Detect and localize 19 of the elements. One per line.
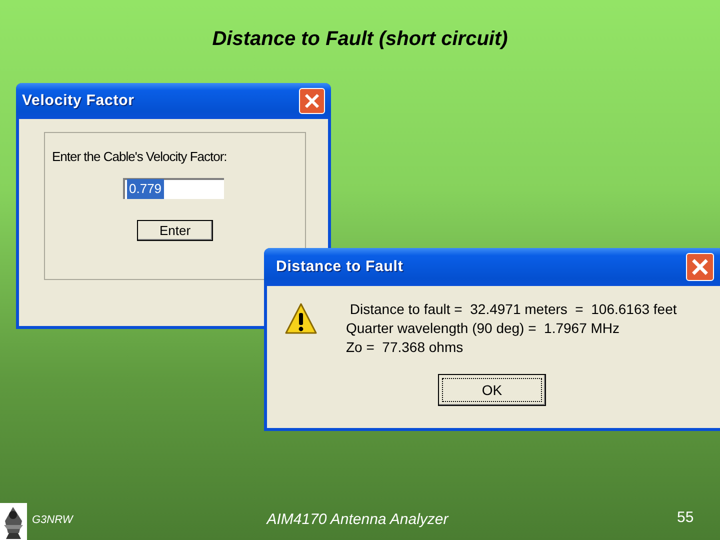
velocity-input-field[interactable]: 0.779 bbox=[123, 178, 224, 198]
close-button[interactable] bbox=[299, 88, 325, 114]
enter-button[interactable]: Enter bbox=[137, 220, 213, 240]
slide-title: Distance to Fault (short circuit) bbox=[212, 27, 508, 52]
ok-button[interactable]: OK bbox=[438, 374, 546, 406]
prompt-label: Enter the Cable's Velocity Factor: bbox=[52, 148, 228, 166]
close-button[interactable] bbox=[686, 253, 714, 281]
message-line: Quarter wavelength (90 deg) = 1.7967 MHz bbox=[346, 319, 621, 338]
field-value: 0.779 bbox=[127, 179, 164, 199]
close-icon bbox=[304, 93, 320, 109]
window-title: Distance to Fault bbox=[276, 256, 404, 277]
warning-icon bbox=[284, 302, 318, 336]
message-line: Distance to fault = 32.4971 meters = 106.6163 feet bbox=[348, 300, 677, 319]
window-title: Velocity Factor bbox=[22, 90, 134, 111]
close-icon bbox=[691, 258, 709, 276]
page-number: 55 bbox=[677, 508, 694, 528]
footer-title: AIM4170 Antenna Analyzer bbox=[266, 510, 448, 530]
message-line: Zo = 77.368 ohms bbox=[346, 338, 464, 357]
footer-author: G3NRW bbox=[32, 513, 73, 528]
